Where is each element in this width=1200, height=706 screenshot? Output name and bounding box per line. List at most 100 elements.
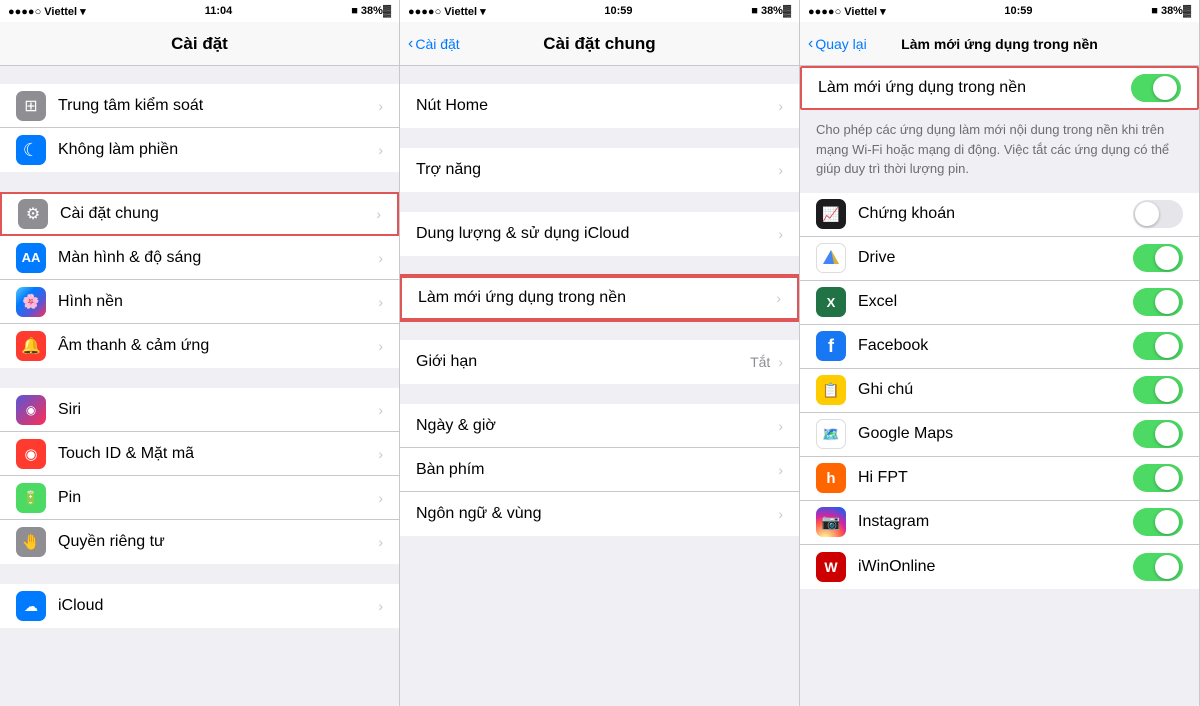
panel-general: ●●●●○ Viettel ▾ 10:59 ■ 38%▓ ‹ Cài đặt C…	[400, 0, 800, 706]
battery-label: Pin	[58, 489, 374, 507]
settings-item-display[interactable]: AA Màn hình & độ sáng ›	[0, 236, 399, 280]
hi-fpt-icon: h	[816, 463, 846, 493]
signal-1: ●●●●○ Viettel ▾	[8, 5, 86, 18]
app-item-iwinonline[interactable]: W iWinOnline	[800, 545, 1199, 589]
excel-label: Excel	[858, 293, 1133, 311]
app-item-facebook[interactable]: f Facebook	[800, 325, 1199, 369]
display-label: Màn hình & độ sáng	[58, 249, 374, 267]
battery-icon: 🔋	[16, 483, 46, 513]
general-group-2: Trợ năng ›	[400, 148, 799, 192]
settings-item-touchid[interactable]: ◉ Touch ID & Mặt mã ›	[0, 432, 399, 476]
settings-item-dnd[interactable]: ☾ Không làm phiền ›	[0, 128, 399, 172]
instagram-toggle[interactable]	[1133, 508, 1183, 536]
settings-item-privacy[interactable]: 🤚 Quyền riêng tư ›	[0, 520, 399, 564]
settings-item-battery[interactable]: 🔋 Pin ›	[0, 476, 399, 520]
chevron-icon: ›	[378, 250, 383, 266]
touchid-icon: ◉	[16, 439, 46, 469]
back-chevron-2: ‹	[408, 35, 413, 53]
nav-bar-2: ‹ Cài đặt Cài đặt chung	[400, 22, 799, 66]
battery-3: ■ 38%▓	[1151, 5, 1191, 17]
panel-settings: ●●●●○ Viettel ▾ 11:04 ■ 38%▓ Cài đặt ⊞ T…	[0, 0, 400, 706]
back-button-3[interactable]: ‹ Quay lại	[808, 35, 867, 53]
panel-background-refresh: ●●●●○ Viettel ▾ 10:59 ■ 38%▓ ‹ Quay lại …	[800, 0, 1200, 706]
battery-2: ■ 38%▓	[751, 5, 791, 17]
general-item-tro-nang[interactable]: Trợ năng ›	[400, 148, 799, 192]
signal-3: ●●●●○ Viettel ▾	[808, 5, 886, 18]
drive-toggle[interactable]	[1133, 244, 1183, 272]
chevron-icon: ›	[378, 446, 383, 462]
back-label-3: Quay lại	[815, 36, 866, 52]
chevron-icon: ›	[378, 490, 383, 506]
app-item-google-maps[interactable]: 🗺️ Google Maps	[800, 413, 1199, 457]
settings-group-2: ⚙ Cài đặt chung › AA Màn hình & độ sáng …	[0, 192, 399, 368]
instagram-label: Instagram	[858, 513, 1133, 531]
chung-khoan-label: Chứng khoán	[858, 205, 1133, 223]
status-bar-3: ●●●●○ Viettel ▾ 10:59 ■ 38%▓	[800, 0, 1199, 22]
general-item-ngon-ngu[interactable]: Ngôn ngữ & vùng ›	[400, 492, 799, 536]
general-group-4: Làm mới ứng dụng trong nền ›	[400, 276, 799, 320]
general-label: Cài đặt chung	[60, 205, 372, 223]
status-bar-1: ●●●●○ Viettel ▾ 11:04 ■ 38%▓	[0, 0, 399, 22]
settings-item-general[interactable]: ⚙ Cài đặt chung ›	[0, 192, 399, 236]
iwinonline-label: iWinOnline	[858, 558, 1133, 576]
icloud-icon: ☁	[16, 591, 46, 621]
app-item-drive[interactable]: Drive	[800, 237, 1199, 281]
nav-title-3: Làm mới ứng dụng trong nền	[901, 36, 1098, 52]
hi-fpt-toggle[interactable]	[1133, 464, 1183, 492]
general-group-1: Nút Home ›	[400, 84, 799, 128]
sounds-icon: 🔔	[16, 331, 46, 361]
refresh-list: Làm mới ứng dụng trong nền Cho phép các …	[800, 66, 1199, 706]
dnd-label: Không làm phiền	[58, 141, 374, 159]
description: Cho phép các ứng dụng làm mới nội dung t…	[800, 112, 1199, 193]
settings-item-wallpaper[interactable]: 🌸 Hình nền ›	[0, 280, 399, 324]
general-item-ngay-gio[interactable]: Ngày & giờ ›	[400, 404, 799, 448]
control-center-icon: ⊞	[16, 91, 46, 121]
general-group-3: Dung lượng & sử dụng iCloud ›	[400, 212, 799, 256]
settings-group-4: ☁ iCloud ›	[0, 584, 399, 628]
nav-title-1: Cài đặt	[171, 34, 228, 54]
ghi-chu-toggle[interactable]	[1133, 376, 1183, 404]
drive-label: Drive	[858, 249, 1133, 267]
general-item-nut-home[interactable]: Nút Home ›	[400, 84, 799, 128]
chung-khoan-toggle[interactable]	[1133, 200, 1183, 228]
google-maps-toggle[interactable]	[1133, 420, 1183, 448]
facebook-toggle[interactable]	[1133, 332, 1183, 360]
general-group-6: Ngày & giờ › Bàn phím › Ngôn ngữ & vùng …	[400, 404, 799, 536]
general-item-dung-luong[interactable]: Dung lượng & sử dụng iCloud ›	[400, 212, 799, 256]
general-group-5: Giới hạn Tắt ›	[400, 340, 799, 384]
app-item-instagram[interactable]: 📷 Instagram	[800, 501, 1199, 545]
wallpaper-label: Hình nền	[58, 293, 374, 311]
facebook-label: Facebook	[858, 337, 1133, 355]
main-toggle[interactable]	[1131, 74, 1181, 102]
toggle-knob	[1155, 246, 1179, 270]
iwinonline-icon: W	[816, 552, 846, 582]
toggle-knob	[1155, 510, 1179, 534]
privacy-icon: 🤚	[16, 527, 46, 557]
settings-item-siri[interactable]: ◉ Siri ›	[0, 388, 399, 432]
settings-item-control-center[interactable]: ⊞ Trung tâm kiểm soát ›	[0, 84, 399, 128]
dung-luong-label: Dung lượng & sử dụng iCloud	[416, 225, 774, 243]
app-item-chung-khoan[interactable]: 📈 Chứng khoán	[800, 193, 1199, 237]
general-item-lam-moi[interactable]: Làm mới ứng dụng trong nền ›	[400, 276, 799, 320]
chevron-icon: ›	[378, 294, 383, 310]
general-item-ban-phim[interactable]: Bàn phím ›	[400, 448, 799, 492]
app-item-ghi-chu[interactable]: 📋 Ghi chú	[800, 369, 1199, 413]
touchid-label: Touch ID & Mặt mã	[58, 445, 374, 463]
settings-item-sounds[interactable]: 🔔 Âm thanh & cảm ứng ›	[0, 324, 399, 368]
general-item-gioi-han[interactable]: Giới hạn Tắt ›	[400, 340, 799, 384]
control-center-label: Trung tâm kiểm soát	[58, 97, 374, 115]
gioi-han-label: Giới hạn	[416, 353, 750, 371]
settings-item-icloud[interactable]: ☁ iCloud ›	[0, 584, 399, 628]
app-item-hi-fpt[interactable]: h Hi FPT	[800, 457, 1199, 501]
back-chevron-3: ‹	[808, 35, 813, 53]
ngay-gio-label: Ngày & giờ	[416, 417, 774, 435]
siri-icon: ◉	[16, 395, 46, 425]
display-icon: AA	[16, 243, 46, 273]
iwinonline-toggle[interactable]	[1133, 553, 1183, 581]
nut-home-label: Nút Home	[416, 97, 774, 115]
app-item-excel[interactable]: X Excel	[800, 281, 1199, 325]
back-button-2[interactable]: ‹ Cài đặt	[408, 35, 460, 53]
excel-toggle[interactable]	[1133, 288, 1183, 316]
excel-icon: X	[816, 287, 846, 317]
toggle-knob	[1155, 466, 1179, 490]
